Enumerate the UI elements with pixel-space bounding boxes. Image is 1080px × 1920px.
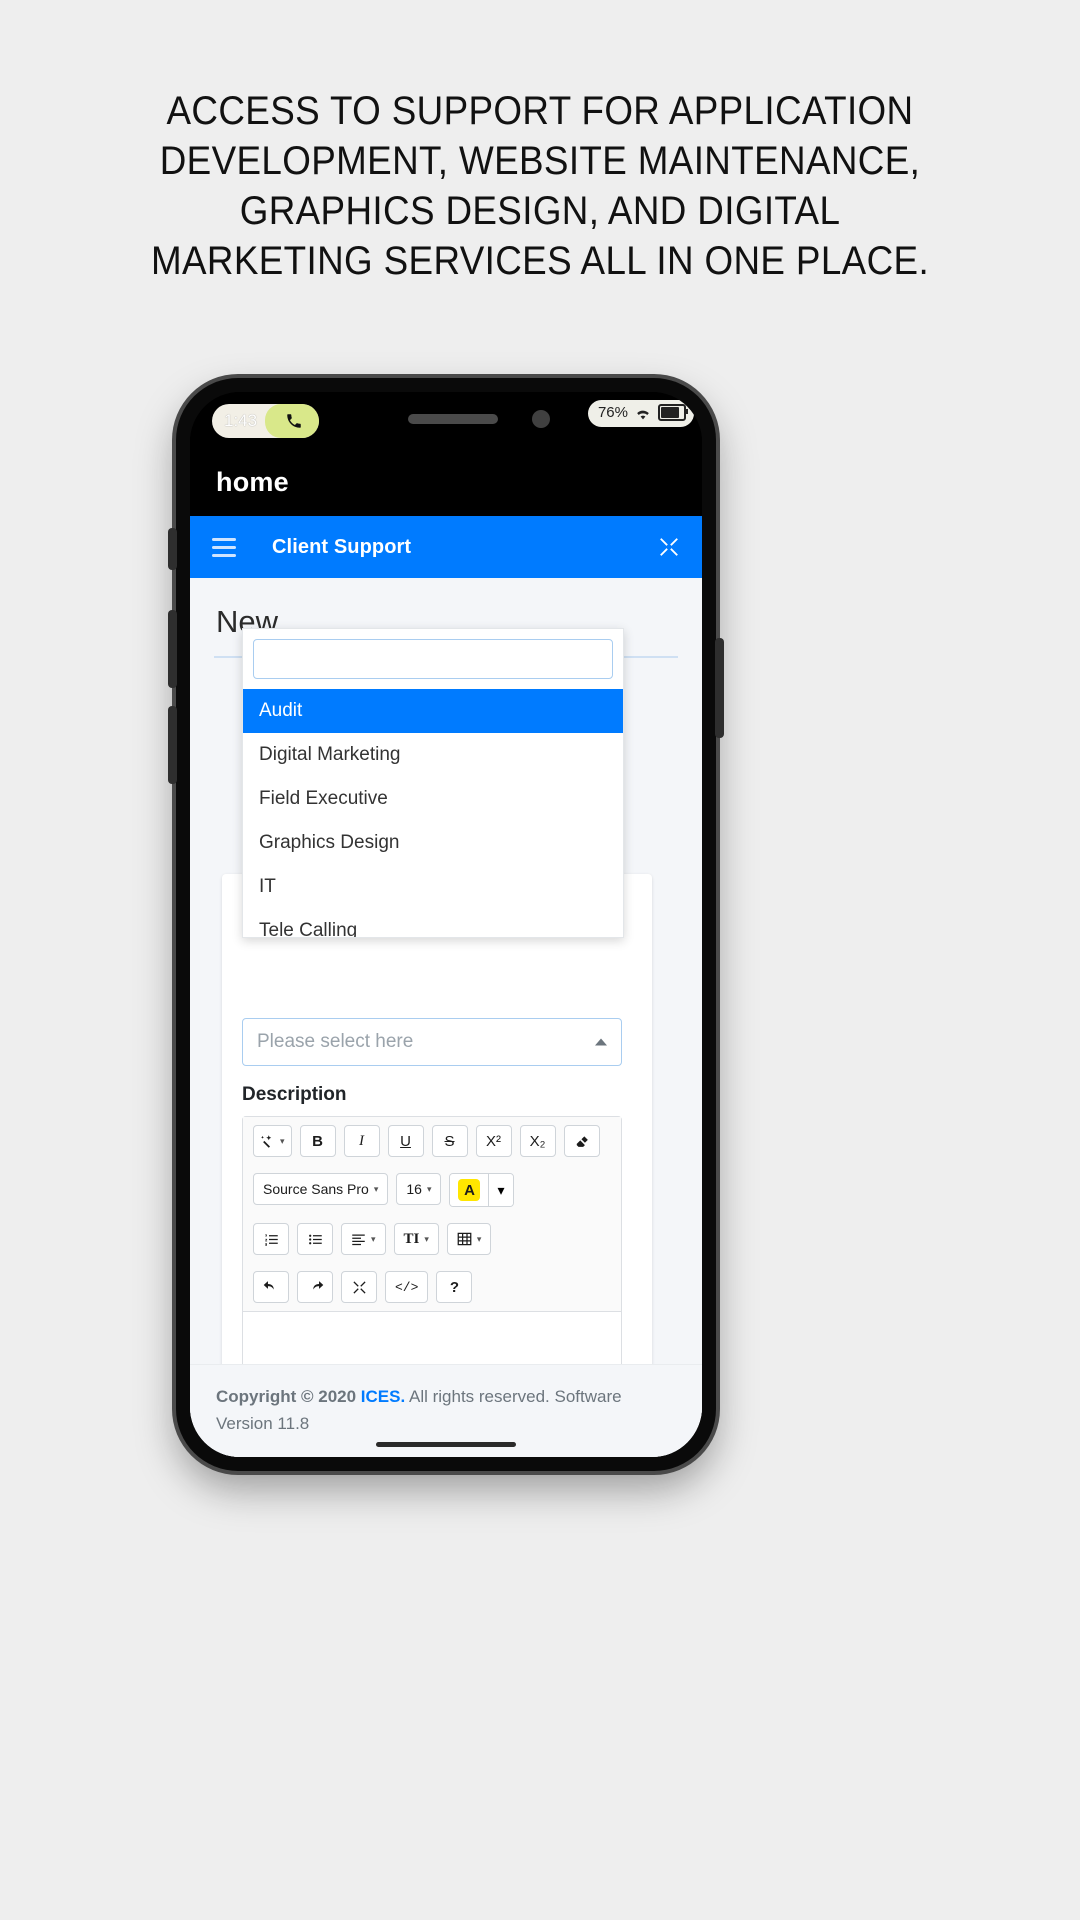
footer-brand-link[interactable]: ICES. [361, 1387, 405, 1406]
description-label: Description [242, 1084, 347, 1105]
subscript-button[interactable]: X₂ [519, 1125, 556, 1157]
font-size-value: 16 [406, 1181, 422, 1197]
align-button[interactable]: ▾ [341, 1223, 386, 1255]
browser-title-bar: home [190, 448, 702, 516]
italic-button[interactable]: I [343, 1125, 380, 1157]
department-select-placeholder: Please select here [257, 1031, 414, 1052]
volume-up-button[interactable] [168, 610, 177, 688]
power-button[interactable] [715, 638, 724, 738]
fullscreen-button[interactable] [341, 1271, 377, 1303]
department-select[interactable]: Please select here [242, 1018, 622, 1066]
status-indicators: 76% [587, 400, 694, 427]
code-view-button[interactable]: </> [385, 1271, 429, 1303]
editor-toolbar-row-4: </> ? [243, 1263, 621, 1311]
dropdown-option-field-executive[interactable]: Field Executive [243, 777, 623, 821]
dropdown-option-digital-marketing[interactable]: Digital Marketing [243, 733, 623, 777]
unordered-list-button[interactable] [297, 1223, 333, 1255]
battery-percent-label: 76% [597, 404, 628, 421]
page-headline: ACCESS TO SUPPORT FOR APPLICATION DEVELO… [43, 86, 1037, 286]
bold-button[interactable]: B [299, 1125, 336, 1157]
ordered-list-button[interactable] [253, 1223, 289, 1255]
table-button[interactable]: ▾ [446, 1223, 492, 1255]
paragraph-style-label: TI [403, 1230, 420, 1247]
battery-icon [658, 404, 688, 421]
underline-button[interactable]: U [387, 1125, 424, 1157]
department-dropdown: Audit Digital Marketing Field Executive … [242, 628, 624, 938]
editor-toolbar-row-1: ▾ B I U S X² X₂ [243, 1117, 621, 1165]
font-family-value: Source Sans Pro [263, 1181, 369, 1197]
font-color-group: A ▾ [449, 1173, 514, 1207]
eraser-button[interactable] [563, 1125, 600, 1157]
wifi-icon [637, 410, 649, 419]
volume-down-button[interactable] [168, 706, 177, 784]
phone-call-icon [265, 404, 320, 438]
active-call-pill[interactable]: 1:43 [212, 404, 320, 438]
phone-screen: 1:43 76% home Client Support New Please … [190, 392, 702, 1457]
dropdown-search-input[interactable] [253, 639, 613, 679]
magic-wand-icon[interactable]: ▾ [253, 1125, 292, 1157]
expand-fullscreen-icon[interactable] [658, 536, 680, 558]
page-body: New Please select here Description ▾ B I… [190, 578, 702, 1457]
phone-mockup: 1:43 76% home Client Support New Please … [168, 378, 724, 1471]
hamburger-menu-icon[interactable] [212, 537, 236, 557]
font-color-dropdown[interactable]: ▾ [488, 1174, 513, 1206]
earpiece-speaker [408, 414, 498, 424]
help-button[interactable]: ? [436, 1271, 473, 1303]
dropdown-options-list: Audit Digital Marketing Field Executive … [243, 689, 623, 937]
home-indicator [376, 1442, 516, 1447]
undo-button[interactable] [253, 1271, 289, 1303]
front-camera [532, 410, 550, 428]
superscript-button[interactable]: X² [475, 1125, 512, 1157]
webview: Client Support New Please select here De… [190, 516, 702, 1457]
headline-line-4: MARKETING SERVICES ALL IN ONE PLACE. [150, 239, 930, 283]
browser-page-title: home [216, 466, 289, 497]
app-toolbar: Client Support [190, 516, 702, 578]
headline-line-1: ACCESS TO SUPPORT FOR APPLICATION [166, 89, 914, 133]
headline-line-3: GRAPHICS DESIGN, AND DIGITAL [239, 189, 841, 233]
dropdown-option-it[interactable]: IT [243, 865, 623, 909]
editor-toolbar-row-2: Source Sans Pro ▾ 16 ▾ A ▾ [243, 1165, 621, 1215]
font-color-button[interactable]: A [450, 1174, 489, 1206]
headline-line-2: DEVELOPMENT, WEBSITE MAINTENANCE, [159, 139, 921, 183]
footer-copyright-prefix: Copyright © 2020 [216, 1386, 361, 1406]
redo-button[interactable] [297, 1271, 333, 1303]
status-time: 1:43 [224, 411, 258, 430]
silent-switch[interactable] [168, 528, 177, 570]
status-bar: 1:43 76% [190, 392, 702, 448]
font-color-letter: A [458, 1179, 481, 1201]
dropdown-option-graphics-design[interactable]: Graphics Design [243, 821, 623, 865]
font-size-select[interactable]: 16 ▾ [396, 1173, 442, 1205]
editor-toolbar-row-3: ▾ TI ▾ ▾ [243, 1215, 621, 1263]
dropdown-option-audit[interactable]: Audit [243, 689, 623, 733]
caret-up-icon [595, 1038, 607, 1046]
font-family-select[interactable]: Source Sans Pro ▾ [253, 1173, 389, 1205]
app-title: Client Support [272, 535, 412, 558]
dropdown-option-tele-calling[interactable]: Tele Calling [243, 909, 623, 937]
strikethrough-button[interactable]: S [431, 1125, 468, 1157]
paragraph-style-button[interactable]: TI ▾ [393, 1223, 439, 1255]
